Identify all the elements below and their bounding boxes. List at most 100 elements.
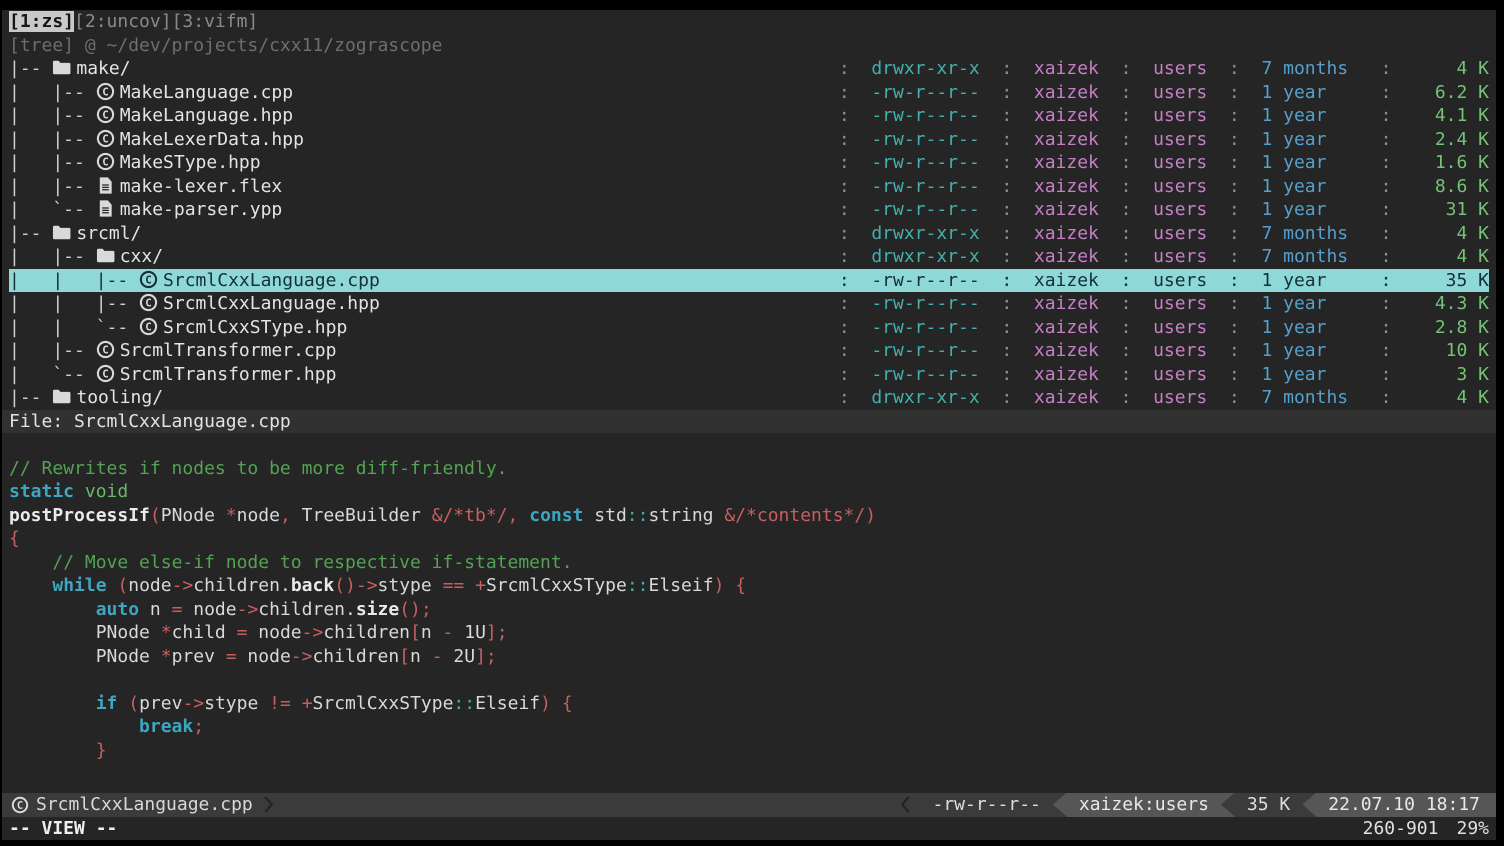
status-owner-group: xaizek:users xyxy=(1067,793,1221,817)
code-line: postProcessIf(PNode *node, TreeBuilder &… xyxy=(9,504,1489,528)
file-attributes: : -rw-r--r-- : xaizek : users : 1 year :… xyxy=(817,292,1489,316)
mode-indicator: -- VIEW -- xyxy=(9,817,117,841)
file-date: 1 year xyxy=(1261,363,1359,387)
tree-row[interactable]: |-- srcml/ : drwxr-xr-x : xaizek : users… xyxy=(9,222,1489,246)
tree-row[interactable]: |-- make/ : drwxr-xr-x : xaizek : users … xyxy=(9,57,1489,81)
file-group: users xyxy=(1153,175,1207,199)
tree-row[interactable]: | | `-- CSrcmlCxxSType.hpp : -rw-r--r-- … xyxy=(9,316,1489,340)
tree-row[interactable]: | |-- CMakeLanguage.cpp : -rw-r--r-- : x… xyxy=(9,81,1489,105)
file-name-cell: | |-- CMakeLexerData.hpp xyxy=(9,128,817,152)
file-group: users xyxy=(1153,269,1207,293)
file-permissions: -rw-r--r-- xyxy=(871,316,979,340)
tree-branch: | `-- xyxy=(9,364,96,385)
svg-text:C: C xyxy=(102,367,109,380)
svg-text:C: C xyxy=(17,799,23,811)
folder-icon xyxy=(52,222,76,246)
line-range: 260-901 xyxy=(1363,818,1439,839)
status-bar: CSrcmlCxxLanguage.cpp -rw-r--r-- xaizek:… xyxy=(2,793,1496,817)
scroll-percent: 29% xyxy=(1456,818,1489,839)
file-attributes: : drwxr-xr-x : xaizek : users : 7 months… xyxy=(817,245,1489,269)
file-group: users xyxy=(1153,81,1207,105)
file-size: 35 K xyxy=(1413,269,1489,293)
tree-branch: | |-- xyxy=(9,340,96,361)
file-tree[interactable]: |-- make/ : drwxr-xr-x : xaizek : users … xyxy=(9,57,1489,410)
svg-text:C: C xyxy=(102,343,109,356)
file-owner: xaizek xyxy=(1034,104,1099,128)
file-name: SrcmlCxxSType.hpp xyxy=(163,317,347,338)
file-name: MakeSType.hpp xyxy=(120,152,261,173)
tree-row[interactable]: | |-- make-lexer.flex : -rw-r--r-- : xai… xyxy=(9,175,1489,199)
tree-row[interactable]: |-- tooling/ : drwxr-xr-x : xaizek : use… xyxy=(9,386,1489,410)
file-group: users xyxy=(1153,339,1207,363)
tree-branch: |-- xyxy=(9,223,52,244)
file-owner: xaizek xyxy=(1034,57,1099,81)
file-name-cell: | |-- make-lexer.flex xyxy=(9,175,817,199)
file-date: 1 year xyxy=(1261,175,1359,199)
tmux-tab-vifm[interactable]: [3:vifm] xyxy=(172,11,259,32)
file-date: 1 year xyxy=(1261,104,1359,128)
status-right: -rw-r--r-- xaizek:users 35 K 22.07.10 18… xyxy=(890,793,1497,817)
svg-text:C: C xyxy=(145,296,152,309)
file-permissions: drwxr-xr-x xyxy=(871,386,979,410)
svg-text:C: C xyxy=(102,108,109,121)
file-owner: xaizek xyxy=(1034,128,1099,152)
tree-branch: |-- xyxy=(9,387,52,408)
svg-text:C: C xyxy=(145,320,152,333)
tree-row[interactable]: | | |-- CSrcmlCxxLanguage.cpp : -rw-r--r… xyxy=(9,269,1489,293)
tree-row[interactable]: | `-- CSrcmlTransformer.hpp : -rw-r--r--… xyxy=(9,363,1489,387)
file-name: SrcmlCxxLanguage.cpp xyxy=(163,270,380,291)
file-name-cell: | |-- C SrcmlTransformer.cpp xyxy=(9,339,817,363)
file-name-cell: |-- tooling/ xyxy=(9,386,817,410)
file-date: 1 year xyxy=(1261,292,1359,316)
tmux-tab-active[interactable]: [1:zs] xyxy=(9,11,74,32)
tree-row[interactable]: | | |-- CSrcmlCxxLanguage.hpp : -rw-r--r… xyxy=(9,292,1489,316)
file-name-cell: | |-- CMakeLanguage.hpp xyxy=(9,104,817,128)
file-permissions: -rw-r--r-- xyxy=(871,128,979,152)
cpp-icon: C xyxy=(139,269,163,293)
tree-row[interactable]: | `-- make-parser.ypp : -rw-r--r-- : xai… xyxy=(9,198,1489,222)
folder-icon xyxy=(96,245,120,269)
file-date: 1 year xyxy=(1261,339,1359,363)
cpp-icon: C xyxy=(139,316,163,340)
tree-row[interactable]: | |-- CMakeLanguage.hpp : -rw-r--r-- : x… xyxy=(9,104,1489,128)
cpp-icon: C xyxy=(11,796,29,814)
file-group: users xyxy=(1153,245,1207,269)
file-attributes: : drwxr-xr-x : xaizek : users : 7 months… xyxy=(817,57,1489,81)
tree-row[interactable]: | |-- cxx/ : drwxr-xr-x : xaizek : users… xyxy=(9,245,1489,269)
file-name: MakeLanguage.cpp xyxy=(120,82,293,103)
code-line: { xyxy=(9,527,1489,551)
tree-row[interactable]: | |-- CMakeSType.hpp : -rw-r--r-- : xaiz… xyxy=(9,151,1489,175)
svg-text:C: C xyxy=(102,132,109,145)
code-line: // Move else-if node to respective if-st… xyxy=(9,551,1489,575)
file-date: 1 year xyxy=(1261,198,1359,222)
file-group: users xyxy=(1153,316,1207,340)
status-size: 35 K xyxy=(1235,793,1302,817)
file-name: SrcmlCxxLanguage.hpp xyxy=(163,293,380,314)
file-icon xyxy=(96,175,120,199)
file-name: tooling/ xyxy=(76,387,163,408)
file-name-cell: |-- make/ xyxy=(9,57,817,81)
code-line: auto n = node->children.size(); xyxy=(9,598,1489,622)
tmux-tab-uncov[interactable]: [2:uncov] xyxy=(74,11,172,32)
status-permissions: -rw-r--r-- xyxy=(921,793,1053,817)
file-attributes: : -rw-r--r-- : xaizek : users : 1 year :… xyxy=(817,175,1489,199)
file-attributes: : -rw-r--r-- : xaizek : users : 1 year :… xyxy=(817,128,1489,152)
code-preview[interactable]: // Rewrites if nodes to be more diff-fri… xyxy=(9,433,1489,793)
file-owner: xaizek xyxy=(1034,198,1099,222)
svg-text:C: C xyxy=(102,85,109,98)
file-size: 6.2 K xyxy=(1413,81,1489,105)
cpp-icon: C xyxy=(96,81,120,105)
file-owner: xaizek xyxy=(1034,245,1099,269)
file-name: SrcmlTransformer.cpp xyxy=(120,340,337,361)
file-permissions: drwxr-xr-x xyxy=(871,222,979,246)
file-permissions: -rw-r--r-- xyxy=(871,81,979,105)
file-name-cell: | | |-- CSrcmlCxxLanguage.hpp xyxy=(9,292,817,316)
tree-branch: | |-- xyxy=(9,82,96,103)
file-attributes: : -rw-r--r-- : xaizek : users : 1 year :… xyxy=(817,151,1489,175)
tree-row[interactable]: | |-- CSrcmlTransformer.cpp : -rw-r--r--… xyxy=(9,339,1489,363)
tree-branch: | | `-- xyxy=(9,317,139,338)
cpp-icon: C xyxy=(96,363,120,387)
tree-row[interactable]: | |-- CMakeLexerData.hpp : -rw-r--r-- : … xyxy=(9,128,1489,152)
file-size: 2.8 K xyxy=(1413,316,1489,340)
file-name: MakeLexerData.hpp xyxy=(120,129,304,150)
